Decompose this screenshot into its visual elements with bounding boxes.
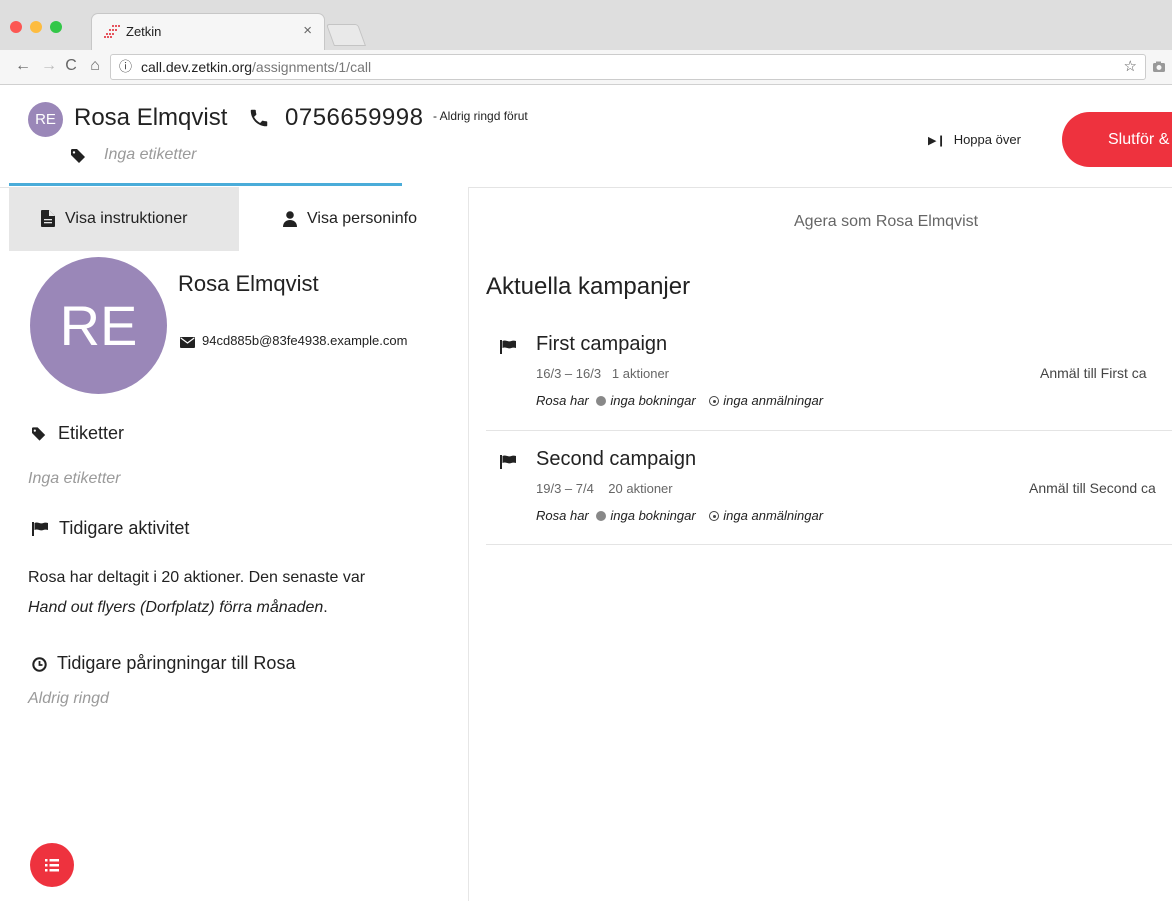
campaign-status: Rosa har inga bokningar inga anmälningar [536, 508, 823, 523]
window-zoom-button[interactable] [50, 21, 62, 33]
signups-ring-icon [709, 511, 720, 521]
tab-instructions-label: Visa instruktioner [65, 210, 188, 227]
flag-icon [500, 455, 516, 469]
bookmark-star-icon[interactable]: ☆ [1124, 55, 1137, 79]
home-button[interactable]: ⌂ [86, 57, 104, 75]
tag-icon [71, 149, 85, 163]
window-close-button[interactable] [10, 21, 22, 33]
status-prefix: Rosa har [536, 393, 589, 408]
tags-heading: Etiketter [32, 423, 124, 444]
finish-call-button[interactable]: Slutför & [1062, 112, 1172, 167]
tab-title: Zetkin [126, 24, 162, 39]
zetkin-favicon-icon [104, 25, 120, 38]
browser-tabstrip: Zetkin × [0, 0, 1172, 50]
campaign-item: First campaign 16/3 – 16/3 1 aktioner An… [486, 331, 1172, 431]
forward-button[interactable]: → [40, 57, 58, 75]
calls-heading-label: Tidigare påringningar till Rosa [57, 653, 296, 673]
campaign-actions: 1 aktioner [611, 366, 669, 381]
activity-end: . [323, 599, 328, 616]
tag-icon [32, 427, 46, 441]
back-button[interactable]: ← [14, 57, 32, 75]
user-icon [283, 210, 297, 227]
skip-label: Hoppa över [953, 132, 1021, 147]
bookings-dot-icon [596, 511, 607, 521]
url-host: call.dev.zetkin.org [141, 59, 253, 75]
reload-button[interactable]: C [62, 57, 80, 75]
campaign-dates: 19/3 – 7/4 [536, 481, 594, 496]
person-name: Rosa Elmqvist [178, 271, 319, 296]
new-tab-button[interactable] [325, 24, 367, 46]
list-icon [45, 859, 59, 872]
envelope-icon [180, 337, 195, 348]
bookings-status: inga bokningar [610, 508, 696, 523]
info-tabs: Visa instruktioner Visa personinfo [9, 187, 468, 251]
url-path: /assignments/1/call [252, 59, 372, 75]
tab-instructions[interactable]: Visa instruktioner [9, 187, 239, 251]
campaign-actions: 20 aktioner [608, 481, 673, 496]
right-pane: Agera som Rosa Elmqvist Aktuella kampanj… [469, 187, 1172, 901]
campaign-title: Second campaign [536, 448, 697, 470]
campaign-dates: 16/3 – 16/3 [536, 366, 602, 381]
tab-person-info-label: Visa personinfo [307, 210, 417, 227]
person-email[interactable]: 94cd885b@83fe4938.example.com [202, 333, 407, 348]
site-info-icon[interactable]: ⓘ [119, 55, 132, 79]
clock-icon [32, 657, 47, 672]
left-pane: Visa instruktioner Visa personinfo RE Ro… [0, 187, 469, 901]
last-action-when: förra månaden [219, 599, 324, 616]
tags-heading-label: Etiketter [58, 423, 125, 443]
signups-status: inga anmälningar [723, 508, 824, 523]
caller-target-name: Rosa Elmqvist [74, 104, 228, 131]
camera-icon[interactable] [1152, 60, 1166, 74]
tab-close-icon[interactable]: × [303, 22, 312, 39]
campaigns-heading: Aktuella kampanjer [486, 273, 691, 300]
header-tags: Inga etiketter [104, 146, 197, 163]
call-progress-bar [9, 183, 402, 186]
person-avatar: RE [30, 257, 167, 394]
last-action: Hand out flyers (Dorfplatz) [28, 599, 215, 616]
call-header: RE Rosa Elmqvist 0756659998 - Aldrig rin… [0, 85, 1172, 188]
status-prefix: Rosa har [536, 508, 589, 523]
signups-status: inga anmälningar [723, 393, 824, 408]
campaign-signup-link[interactable]: Anmäl till Second ca [1029, 480, 1156, 496]
browser-toolbar: ← → C ⌂ ⓘ call.dev.zetkin.org/assignment… [0, 50, 1172, 85]
campaign-signup-link[interactable]: Anmäl till First ca [1040, 365, 1147, 381]
activity-heading: Tidigare aktivitet [32, 518, 189, 539]
calls-empty: Aldrig ringd [28, 690, 109, 707]
act-as-link[interactable]: Agera som Rosa Elmqvist [794, 213, 978, 231]
campaign-meta: 19/3 – 7/4 20 aktioner [536, 481, 673, 496]
activity-heading-label: Tidigare aktivitet [59, 518, 190, 538]
tab-person-info[interactable]: Visa personinfo [239, 187, 468, 251]
bookings-status: inga bokningar [610, 393, 696, 408]
browser-tab[interactable]: Zetkin × [92, 14, 324, 50]
tags-empty: Inga etiketter [28, 470, 121, 487]
avatar: RE [28, 102, 63, 137]
campaign-status: Rosa har inga bokningar inga anmälningar [536, 393, 823, 408]
flag-icon [32, 522, 48, 537]
document-icon [41, 210, 55, 228]
call-list-button[interactable] [30, 843, 74, 887]
bookings-dot-icon [596, 396, 607, 406]
activity-text: Rosa har deltagit i 20 aktioner. Den sen… [28, 569, 366, 586]
window-minimize-button[interactable] [30, 21, 42, 33]
signups-ring-icon [709, 396, 720, 406]
phone-number: 0756659998 [285, 104, 424, 131]
url-text: call.dev.zetkin.org/assignments/1/call [141, 55, 371, 79]
campaign-title: First campaign [536, 333, 668, 355]
calls-heading: Tidigare påringningar till Rosa [32, 653, 295, 674]
skip-button[interactable]: ▶❙ Hoppa över [928, 132, 1021, 147]
flag-icon [500, 340, 516, 354]
call-status: - Aldrig ringd förut [433, 109, 528, 123]
skip-icon: ▶❙ [928, 135, 946, 147]
phone-icon [250, 109, 268, 127]
address-bar[interactable]: ⓘ call.dev.zetkin.org/assignments/1/call… [110, 54, 1146, 80]
activity-history: Rosa har deltagit i 20 aktioner. Den sen… [28, 563, 448, 623]
campaign-meta: 16/3 – 16/3 1 aktioner [536, 366, 669, 381]
campaign-item: Second campaign 19/3 – 7/4 20 aktioner A… [486, 446, 1172, 545]
